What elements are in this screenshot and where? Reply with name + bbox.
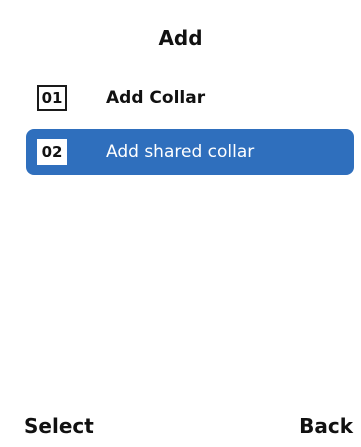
phone-screen: Add 01 Add Collar 02 Add shared collar S… bbox=[0, 0, 361, 447]
page-title: Add bbox=[158, 26, 203, 50]
menu-item-label: Add Collar bbox=[106, 88, 206, 108]
item-number-badge: 01 bbox=[37, 85, 67, 111]
menu-item-add-collar[interactable]: 01 Add Collar bbox=[26, 75, 354, 121]
item-number-badge: 02 bbox=[37, 139, 67, 165]
menu-item-label: Add shared collar bbox=[106, 142, 255, 162]
back-softkey[interactable]: Back bbox=[299, 414, 353, 438]
select-softkey[interactable]: Select bbox=[24, 414, 94, 438]
menu-item-add-shared-collar[interactable]: 02 Add shared collar bbox=[26, 129, 354, 175]
